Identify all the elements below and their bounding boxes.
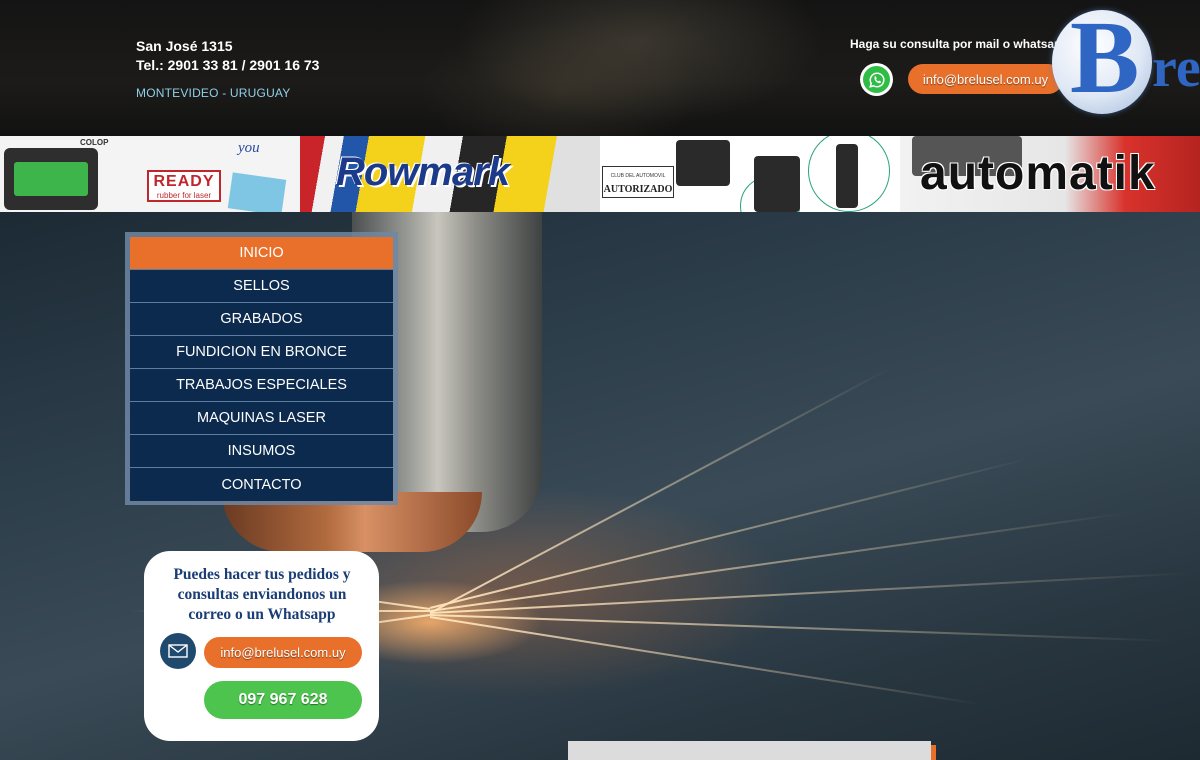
- nav-item-sellos[interactable]: SELLOS: [130, 270, 393, 303]
- nav-item-insumos[interactable]: INSUMOS: [130, 435, 393, 468]
- main-nav-menu: INICIO SELLOS GRABADOS FUNDICION EN BRONCE T…: [125, 232, 398, 505]
- nav-item-inicio[interactable]: INICIO: [130, 237, 393, 270]
- banner-panel-stamps: CLUB DEL AUTOMOVIL AUTORIZADO: [600, 136, 900, 212]
- nav-item-maquinas-laser[interactable]: MAQUINAS LASER: [130, 402, 393, 435]
- thank-you-text: you: [238, 140, 260, 156]
- dater-stamp-image: [754, 156, 800, 212]
- contact-card: Puedes hacer tus pedidos y consultas env…: [144, 551, 379, 741]
- nav-item-grabados[interactable]: GRABADOS: [130, 303, 393, 336]
- envelope-icon[interactable]: [160, 633, 196, 669]
- content-box-top-edge: [568, 741, 931, 760]
- stamp-device-image: [4, 148, 98, 210]
- spark-streak: [429, 512, 1124, 612]
- ready-logo: READY rubber for laser: [147, 170, 221, 202]
- autorizado-stamp: CLUB DEL AUTOMOVIL AUTORIZADO: [602, 166, 674, 198]
- header-email-button[interactable]: info@brelusel.com.uy: [908, 64, 1063, 94]
- nav-item-contacto[interactable]: CONTACTO: [130, 468, 393, 501]
- address-street: San José 1315: [136, 38, 233, 54]
- automatik-logo: automatik: [920, 147, 1156, 200]
- contact-card-title: Puedes hacer tus pedidos y consultas env…: [173, 566, 351, 623]
- spark-streak: [429, 614, 1170, 642]
- banner-panel-rowmark: Rowmark: [300, 136, 600, 212]
- pen-stamp-image: [836, 144, 858, 208]
- blue-card-image: [227, 172, 287, 212]
- address-phone: Tel.: 2901 33 81 / 2901 16 73: [136, 57, 320, 73]
- nav-list: INICIO SELLOS GRABADOS FUNDICION EN BRONCE T…: [130, 237, 393, 501]
- banner-panel-colop: COLOP READY rubber for laser you: [0, 136, 300, 212]
- logo-letter: B: [1070, 0, 1140, 115]
- whatsapp-icon[interactable]: [860, 63, 893, 96]
- city-label: MONTEVIDEO - URUGUAY: [136, 86, 291, 100]
- rowmark-logo: Rowmark: [336, 150, 510, 194]
- nav-item-fundicion-en-bronce[interactable]: FUNDICION EN BRONCE: [130, 336, 393, 369]
- nav-item-trabajos-especiales[interactable]: TRABAJOS ESPECIALES: [130, 369, 393, 402]
- stamp-image: [676, 140, 730, 186]
- logo-text-rest: re: [1152, 37, 1200, 99]
- contact-email-button[interactable]: info@brelusel.com.uy: [204, 637, 362, 668]
- consulta-label: Haga su consulta por mail o whatsapp: [850, 37, 1069, 51]
- brands-banner: COLOP READY rubber for laser you Rowmark…: [0, 136, 1200, 212]
- address-block: San José 1315 Tel.: 2901 33 81 / 2901 16…: [136, 37, 319, 75]
- banner-panel-automatik: automatik: [900, 136, 1200, 212]
- content-box-accent: [931, 745, 936, 760]
- colop-brand: COLOP: [80, 138, 109, 147]
- site-header: San José 1315 Tel.: 2901 33 81 / 2901 16…: [0, 0, 1200, 136]
- contact-whatsapp-button[interactable]: 097 967 628: [204, 681, 362, 719]
